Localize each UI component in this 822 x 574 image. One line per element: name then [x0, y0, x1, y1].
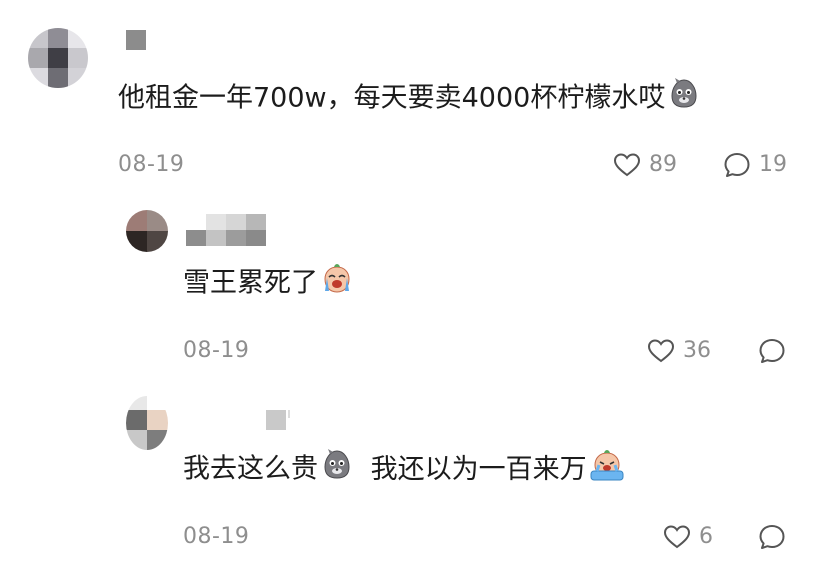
heart-icon	[647, 339, 675, 363]
comment-date: 08-19	[183, 524, 250, 549]
avatar[interactable]	[126, 396, 168, 450]
comment-text-content-2: 我还以为一百来万	[370, 453, 587, 485]
reply-count: 19	[759, 152, 787, 177]
comment-text-content: 雪王累死了	[183, 267, 318, 299]
comment-text: 他租金一年700w，每天要卖4000杯柠檬水哎	[118, 76, 701, 122]
comment-text: 雪王累死了	[183, 261, 354, 307]
avatar[interactable]	[28, 28, 88, 88]
username[interactable]	[266, 410, 292, 430]
like-count: 6	[699, 524, 713, 549]
dog-emoji-icon	[320, 447, 354, 493]
heart-icon	[663, 525, 691, 549]
like-count: 36	[683, 338, 711, 363]
sobbing-emoji-icon	[589, 447, 625, 493]
reply-button[interactable]	[758, 337, 786, 365]
comment-bubble-icon	[759, 339, 785, 363]
username[interactable]	[186, 214, 268, 246]
avatar[interactable]	[126, 210, 168, 252]
crying-emoji-icon	[320, 261, 354, 307]
comment-bubble-icon	[759, 525, 785, 549]
comment-text-content: 他租金一年700w，每天要卖4000杯柠檬水哎	[118, 82, 666, 114]
username[interactable]	[126, 30, 148, 50]
like-button[interactable]: 6	[663, 523, 713, 551]
comment-date: 08-19	[183, 338, 250, 363]
comment-text: 我去这么贵 我还以为一百来万	[183, 447, 625, 493]
heart-icon	[613, 153, 641, 177]
like-button[interactable]: 36	[647, 337, 711, 365]
comment-bubble-icon	[724, 153, 750, 177]
reply-button[interactable]: 19	[723, 151, 787, 179]
comment-date: 08-19	[118, 152, 185, 177]
reply-button[interactable]	[758, 523, 786, 551]
comment-text-content: 我去这么贵	[183, 453, 318, 485]
like-button[interactable]: 89	[613, 151, 677, 179]
like-count: 89	[649, 152, 677, 177]
dog-emoji-icon	[667, 76, 701, 122]
